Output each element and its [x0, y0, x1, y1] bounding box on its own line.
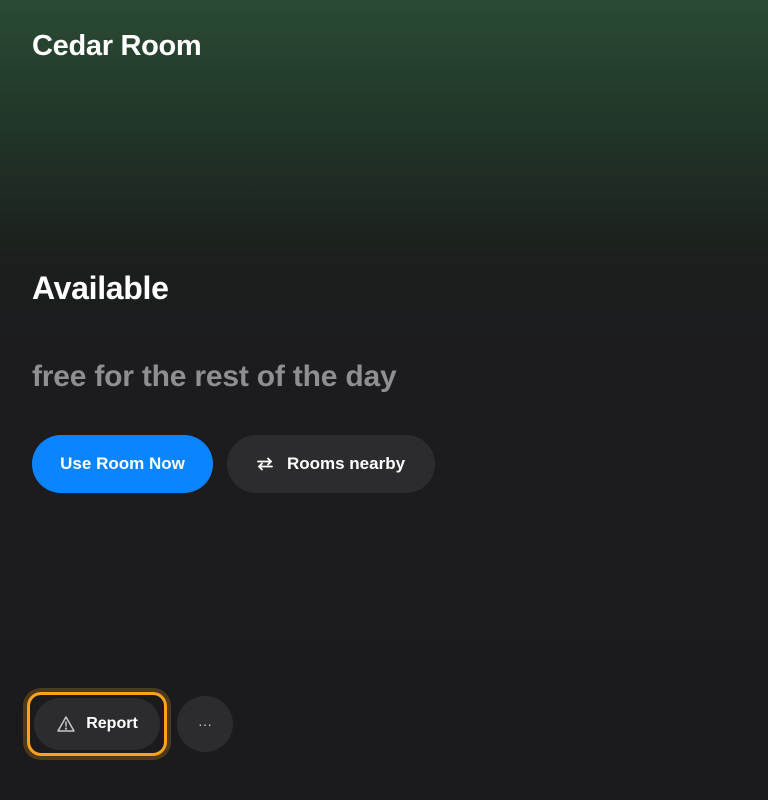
- swap-arrows-icon: [255, 454, 275, 474]
- warning-triangle-icon: [56, 714, 76, 734]
- report-focus-ring: Report: [27, 692, 167, 756]
- rooms-nearby-button[interactable]: Rooms nearby: [227, 435, 435, 493]
- footer-bar: Report ···: [22, 692, 233, 756]
- action-bar: Use Room Now Rooms nearby: [32, 435, 435, 493]
- availability-status: Available: [32, 270, 169, 306]
- use-room-now-button[interactable]: Use Room Now: [32, 435, 213, 493]
- use-room-now-label: Use Room Now: [60, 454, 185, 473]
- more-options-button[interactable]: ···: [177, 696, 233, 752]
- rooms-nearby-label: Rooms nearby: [286, 454, 406, 473]
- room-title: Cedar Room: [32, 30, 202, 62]
- availability-detail: free for the rest of the day: [32, 360, 397, 393]
- report-button[interactable]: Report: [34, 698, 160, 750]
- more-options-icon: ···: [198, 716, 212, 732]
- report-label: Report: [86, 715, 138, 732]
